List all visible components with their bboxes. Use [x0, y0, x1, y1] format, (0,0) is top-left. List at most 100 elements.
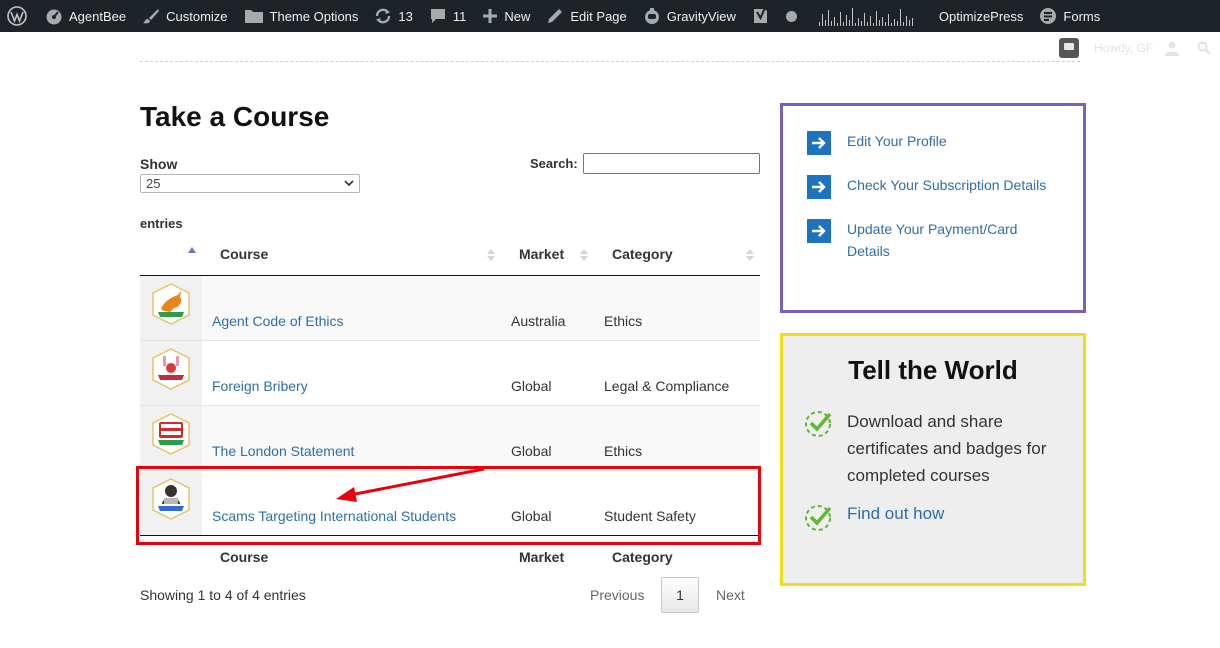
new-label: New	[504, 8, 531, 24]
theme-options-menu[interactable]: Theme Options	[236, 0, 367, 32]
arrow-right-icon	[807, 219, 831, 243]
tell-the-world-text: Download and share certificates and badg…	[847, 412, 1047, 485]
customize-label: Customize	[166, 8, 228, 24]
comment-bubble-icon	[430, 9, 445, 23]
chevron-down-icon	[344, 180, 354, 187]
show-entries-label: Show	[140, 156, 178, 172]
london-bus-badge-icon[interactable]	[150, 413, 192, 455]
page-length-select[interactable]: 25	[140, 174, 360, 193]
account-link-item[interactable]: Check Your Subscription Details	[807, 174, 1057, 199]
user-avatar-icon[interactable]	[1164, 40, 1180, 56]
course-link[interactable]: Agent Code of Ethics	[212, 313, 344, 329]
check-circle-icon	[805, 505, 832, 531]
edit-page-menu[interactable]: Edit Page	[538, 0, 634, 32]
find-out-how-link[interactable]: Find out how	[847, 504, 944, 524]
seo-score-indicator[interactable]	[778, 0, 805, 32]
gravityview-menu[interactable]: GravityView	[635, 0, 744, 32]
sort-both-icon[interactable]	[487, 248, 495, 262]
forms-label: Forms	[1063, 8, 1101, 24]
pagination-page-1[interactable]: 1	[661, 577, 699, 613]
table-row: Foreign Bribery Global Legal & Complianc…	[140, 341, 760, 406]
sort-ascending-icon[interactable]	[188, 246, 196, 254]
sort-both-icon[interactable]	[746, 248, 754, 262]
gravityview-astronaut-icon	[644, 8, 659, 24]
course-thumbnail-cell	[140, 276, 202, 340]
paintbrush-icon	[143, 9, 160, 24]
stats-bars-icon	[818, 6, 913, 26]
arrow-right-icon	[807, 131, 831, 155]
course-thumbnail-cell	[140, 341, 202, 405]
table-row: Agent Code of Ethics Australia Ethics	[140, 276, 760, 341]
stats-sparkline[interactable]	[805, 0, 927, 32]
account-link-item[interactable]: Edit Your Profile	[807, 130, 1057, 155]
dashboard-gauge-icon	[46, 9, 62, 25]
site-name-menu[interactable]: AgentBee	[37, 0, 134, 32]
new-content-menu[interactable]: New	[474, 0, 538, 32]
footer-header-market: Market	[519, 549, 565, 565]
page-length-value: 25	[146, 176, 161, 191]
updates-count: 13	[398, 8, 413, 24]
entries-label: entries	[140, 216, 183, 231]
yoast-seo-menu[interactable]	[744, 0, 778, 32]
seo-score-dot-icon	[785, 10, 797, 22]
chat-icon[interactable]	[1059, 38, 1079, 58]
pencil-icon	[548, 9, 563, 23]
table-info: Showing 1 to 4 of 4 entries	[140, 587, 306, 603]
course-category: Ethics	[604, 313, 643, 329]
edit-profile-link[interactable]: Edit Your Profile	[847, 130, 1057, 155]
course-market: Global	[511, 443, 552, 459]
header-divider	[140, 61, 1080, 62]
site-name-label: AgentBee	[69, 8, 127, 24]
update-refresh-icon	[376, 8, 391, 24]
course-market: Global	[511, 378, 552, 394]
pagination-previous[interactable]: Previous	[590, 587, 644, 603]
account-link-item[interactable]: Update Your Payment/Card Details	[807, 218, 1057, 262]
edit-page-label: Edit Page	[570, 8, 627, 24]
theme-options-label: Theme Options	[269, 8, 359, 24]
footer-header-course: Course	[220, 549, 269, 565]
search-input[interactable]	[583, 153, 760, 174]
search-icon[interactable]	[1197, 41, 1211, 55]
subscription-details-link[interactable]: Check Your Subscription Details	[847, 174, 1057, 199]
pagination-next[interactable]: Next	[716, 587, 745, 603]
footer-header-category: Category	[612, 549, 673, 565]
tell-the-world-box: Tell the World Download and share certif…	[780, 333, 1086, 586]
column-header-category[interactable]: Category	[612, 246, 673, 262]
customize-menu[interactable]: Customize	[134, 0, 235, 32]
optimizepress-menu[interactable]: OptimizePress	[931, 0, 1032, 32]
wordpress-icon	[7, 6, 27, 26]
tell-the-world-title: Tell the World	[848, 355, 1018, 385]
bribery-badge-icon[interactable]	[150, 348, 192, 390]
course-category: Ethics	[604, 443, 643, 459]
kangaroo-badge-icon[interactable]	[150, 283, 192, 325]
table-header: Course Market Category	[140, 236, 760, 276]
course-link[interactable]: Foreign Bribery	[212, 378, 308, 394]
plus-icon	[483, 9, 498, 23]
account-links-box: Edit Your Profile Check Your Subscriptio…	[780, 103, 1086, 313]
course-link[interactable]: The London Statement	[212, 443, 354, 459]
wordpress-logo-menu[interactable]	[0, 0, 37, 32]
howdy-user-label[interactable]: Howdy, GF	[1094, 41, 1153, 55]
admin-bar: AgentBee Customize Theme Options 13 11 N…	[0, 0, 1220, 32]
updates-menu[interactable]: 13	[366, 0, 420, 32]
sort-both-icon[interactable]	[580, 248, 588, 262]
column-header-market[interactable]: Market	[519, 246, 564, 262]
search-label: Search:	[530, 156, 578, 171]
page-title: Take a Course	[140, 101, 330, 132]
column-header-course[interactable]: Course	[220, 246, 268, 262]
comments-count: 11	[452, 8, 467, 24]
forms-icon	[1040, 8, 1057, 24]
folder-icon	[244, 10, 263, 23]
comments-menu[interactable]: 11	[421, 0, 475, 32]
arrow-right-icon	[807, 175, 831, 199]
check-circle-icon	[805, 411, 832, 437]
payment-details-link[interactable]: Update Your Payment/Card Details	[847, 218, 1057, 262]
annotation-arrow-icon	[336, 467, 485, 502]
gravityview-label: GravityView	[666, 8, 736, 24]
optimizepress-label: OptimizePress	[938, 8, 1024, 24]
course-thumbnail-cell	[140, 406, 202, 470]
course-market: Australia	[511, 313, 566, 329]
yoast-icon	[753, 6, 769, 23]
forms-menu[interactable]: Forms	[1031, 0, 1108, 32]
course-category: Legal & Compliance	[604, 378, 730, 394]
